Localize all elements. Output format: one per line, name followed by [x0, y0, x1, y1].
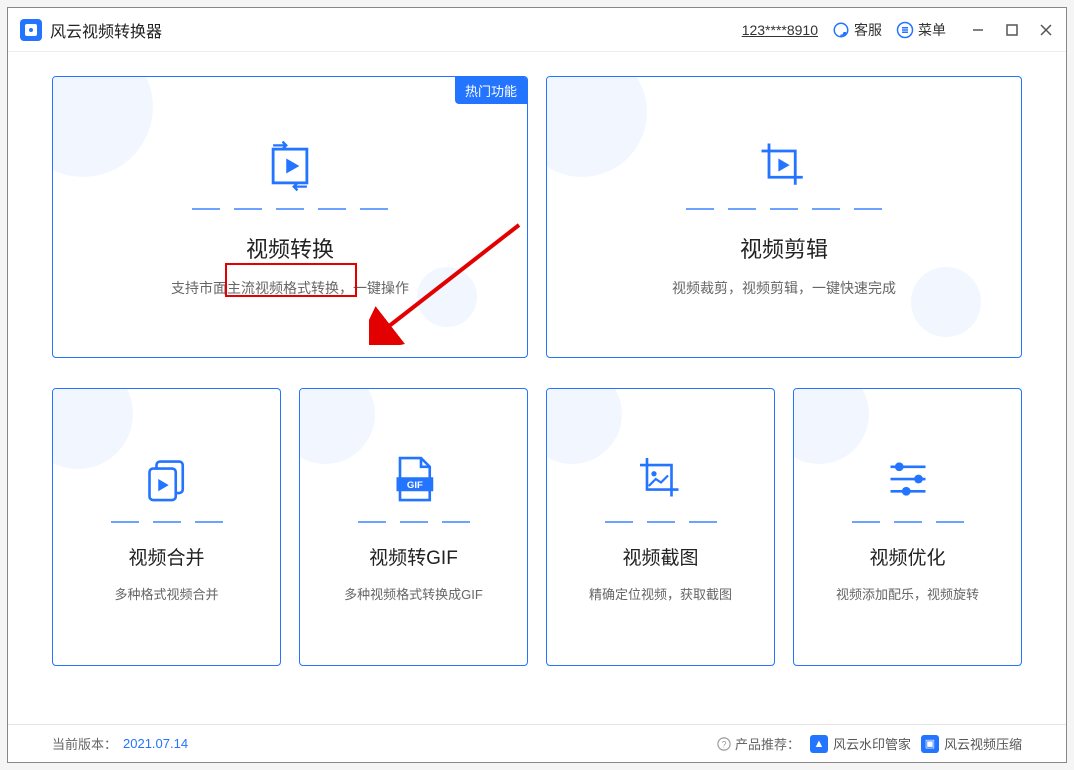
bg-deco — [794, 389, 1021, 665]
gif-icon: GIF — [386, 451, 442, 507]
close-button[interactable] — [1038, 22, 1054, 38]
bg-deco — [547, 77, 1021, 357]
dash-divider — [358, 521, 470, 523]
app-badge-icon: ▲ — [810, 735, 828, 753]
content-area: 热门功能 视频转换 支持市面主流视频格式转换，一键操作 — [8, 52, 1066, 724]
card-video-convert[interactable]: 热门功能 视频转换 支持市面主流视频格式转换，一键操作 — [52, 76, 528, 358]
card-desc: 多种格式视频合并 — [114, 584, 218, 603]
titlebar: 风云视频转换器 123****8910 客服 菜单 — [8, 8, 1066, 52]
bg-deco — [300, 389, 527, 665]
dash-divider — [605, 521, 717, 523]
maximize-button[interactable] — [1004, 22, 1020, 38]
phone-link[interactable]: 123****8910 — [742, 22, 818, 38]
card-title: 视频优化 — [869, 543, 945, 570]
sliders-icon — [880, 451, 936, 507]
menu-icon — [896, 21, 914, 39]
menu-label: 菜单 — [918, 20, 946, 40]
close-icon — [1039, 23, 1053, 37]
card-desc: 视频添加配乐，视频旋转 — [836, 584, 979, 603]
bg-deco — [53, 77, 527, 357]
card-video-screenshot[interactable]: 视频截图 精确定位视频，获取截图 — [546, 388, 775, 666]
app-logo-icon — [20, 19, 42, 41]
version-value: 2021.07.14 — [123, 736, 188, 751]
card-title: 视频合并 — [128, 543, 204, 570]
card-title: 视频转GIF — [369, 543, 458, 570]
card-title: 视频转换 — [246, 232, 334, 264]
merge-icon — [139, 451, 195, 507]
card-desc: 支持市面主流视频格式转换，一键操作 — [171, 278, 409, 298]
convert-icon — [260, 136, 320, 196]
card-video-optimize[interactable]: 视频优化 视频添加配乐，视频旋转 — [793, 388, 1022, 666]
recommend-label-2: 风云视频压缩 — [944, 734, 1022, 753]
recommend-label: ? 产品推荐： — [717, 734, 800, 753]
menu-button[interactable]: 菜单 — [896, 20, 946, 40]
dash-divider — [192, 208, 388, 210]
headset-icon — [832, 21, 850, 39]
card-title: 视频剪辑 — [740, 232, 828, 264]
card-video-gif[interactable]: GIF 视频转GIF 多种视频格式转换成GIF — [299, 388, 528, 666]
version-label: 当前版本： — [52, 734, 117, 753]
minimize-icon — [971, 23, 985, 37]
hot-badge: 热门功能 — [455, 77, 527, 104]
card-video-merge[interactable]: 视频合并 多种格式视频合并 — [52, 388, 281, 666]
svg-text:GIF: GIF — [406, 480, 422, 491]
card-desc: 精确定位视频，获取截图 — [589, 584, 732, 603]
maximize-icon — [1006, 24, 1018, 36]
svg-text:?: ? — [722, 739, 727, 749]
card-desc: 视频裁剪，视频剪辑，一键快速完成 — [672, 278, 896, 298]
bg-deco — [53, 389, 280, 665]
screenshot-icon — [633, 451, 689, 507]
dash-divider — [852, 521, 964, 523]
recommend-label-1: 风云水印管家 — [833, 734, 911, 753]
help-icon: ? — [717, 737, 731, 751]
minimize-button[interactable] — [970, 22, 986, 38]
app-window: 风云视频转换器 123****8910 客服 菜单 — [7, 7, 1067, 763]
footer: 当前版本： 2021.07.14 ? 产品推荐： ▲ 风云水印管家 ▣ 风云视频… — [8, 724, 1066, 762]
recommend-watermark[interactable]: ▲ 风云水印管家 — [810, 734, 911, 753]
recommend-compress[interactable]: ▣ 风云视频压缩 — [921, 734, 1022, 753]
app-badge-icon: ▣ — [921, 735, 939, 753]
crop-icon — [754, 136, 814, 196]
support-button[interactable]: 客服 — [832, 20, 882, 40]
card-title: 视频截图 — [622, 543, 698, 570]
bg-deco — [547, 389, 774, 665]
dash-divider — [111, 521, 223, 523]
card-video-edit[interactable]: 视频剪辑 视频裁剪，视频剪辑，一键快速完成 — [546, 76, 1022, 358]
card-desc: 多种视频格式转换成GIF — [344, 584, 483, 603]
support-label: 客服 — [854, 20, 882, 40]
app-title: 风云视频转换器 — [50, 18, 162, 42]
dash-divider — [686, 208, 882, 210]
